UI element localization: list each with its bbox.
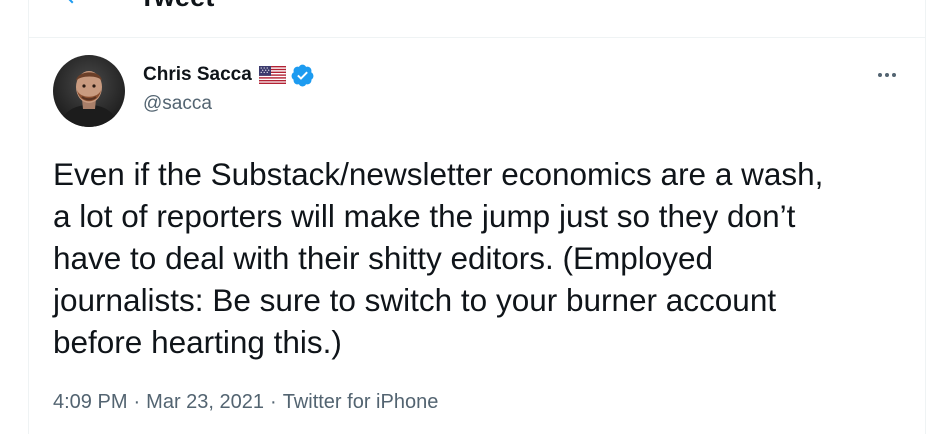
tweet-meta: 4:09 PM · Mar 23, 2021 · Twitter for iPhone — [53, 388, 438, 416]
main-column: Tweet — [28, 0, 926, 434]
avatar-image — [53, 55, 125, 127]
page-title: Tweet — [139, 0, 215, 13]
arrow-left-icon[interactable] — [61, 0, 85, 8]
tweet-time[interactable]: 4:09 PM — [53, 391, 127, 413]
tweet-page: Tweet — [0, 0, 939, 434]
verified-badge-icon — [291, 64, 314, 86]
page-header: Tweet — [29, 0, 925, 38]
more-options-icon — [878, 73, 896, 77]
meta-separator: · — [133, 391, 141, 413]
tweet-text: Even if the Substack/newsletter economic… — [53, 156, 824, 360]
tweet-source[interactable]: Twitter for iPhone — [283, 391, 439, 413]
author-info: Chris Sacca @sacca — [143, 62, 315, 116]
author-display-name[interactable]: Chris Sacca — [143, 63, 252, 87]
author-name-row: Chris Sacca — [143, 62, 315, 88]
meta-separator: · — [270, 391, 277, 413]
avatar[interactable] — [53, 55, 125, 127]
tweet-date[interactable]: Mar 23, 2021 — [146, 391, 264, 413]
more-options-button[interactable] — [874, 62, 900, 88]
us-flag-icon — [258, 66, 286, 84]
author-handle[interactable]: @sacca — [143, 92, 315, 116]
